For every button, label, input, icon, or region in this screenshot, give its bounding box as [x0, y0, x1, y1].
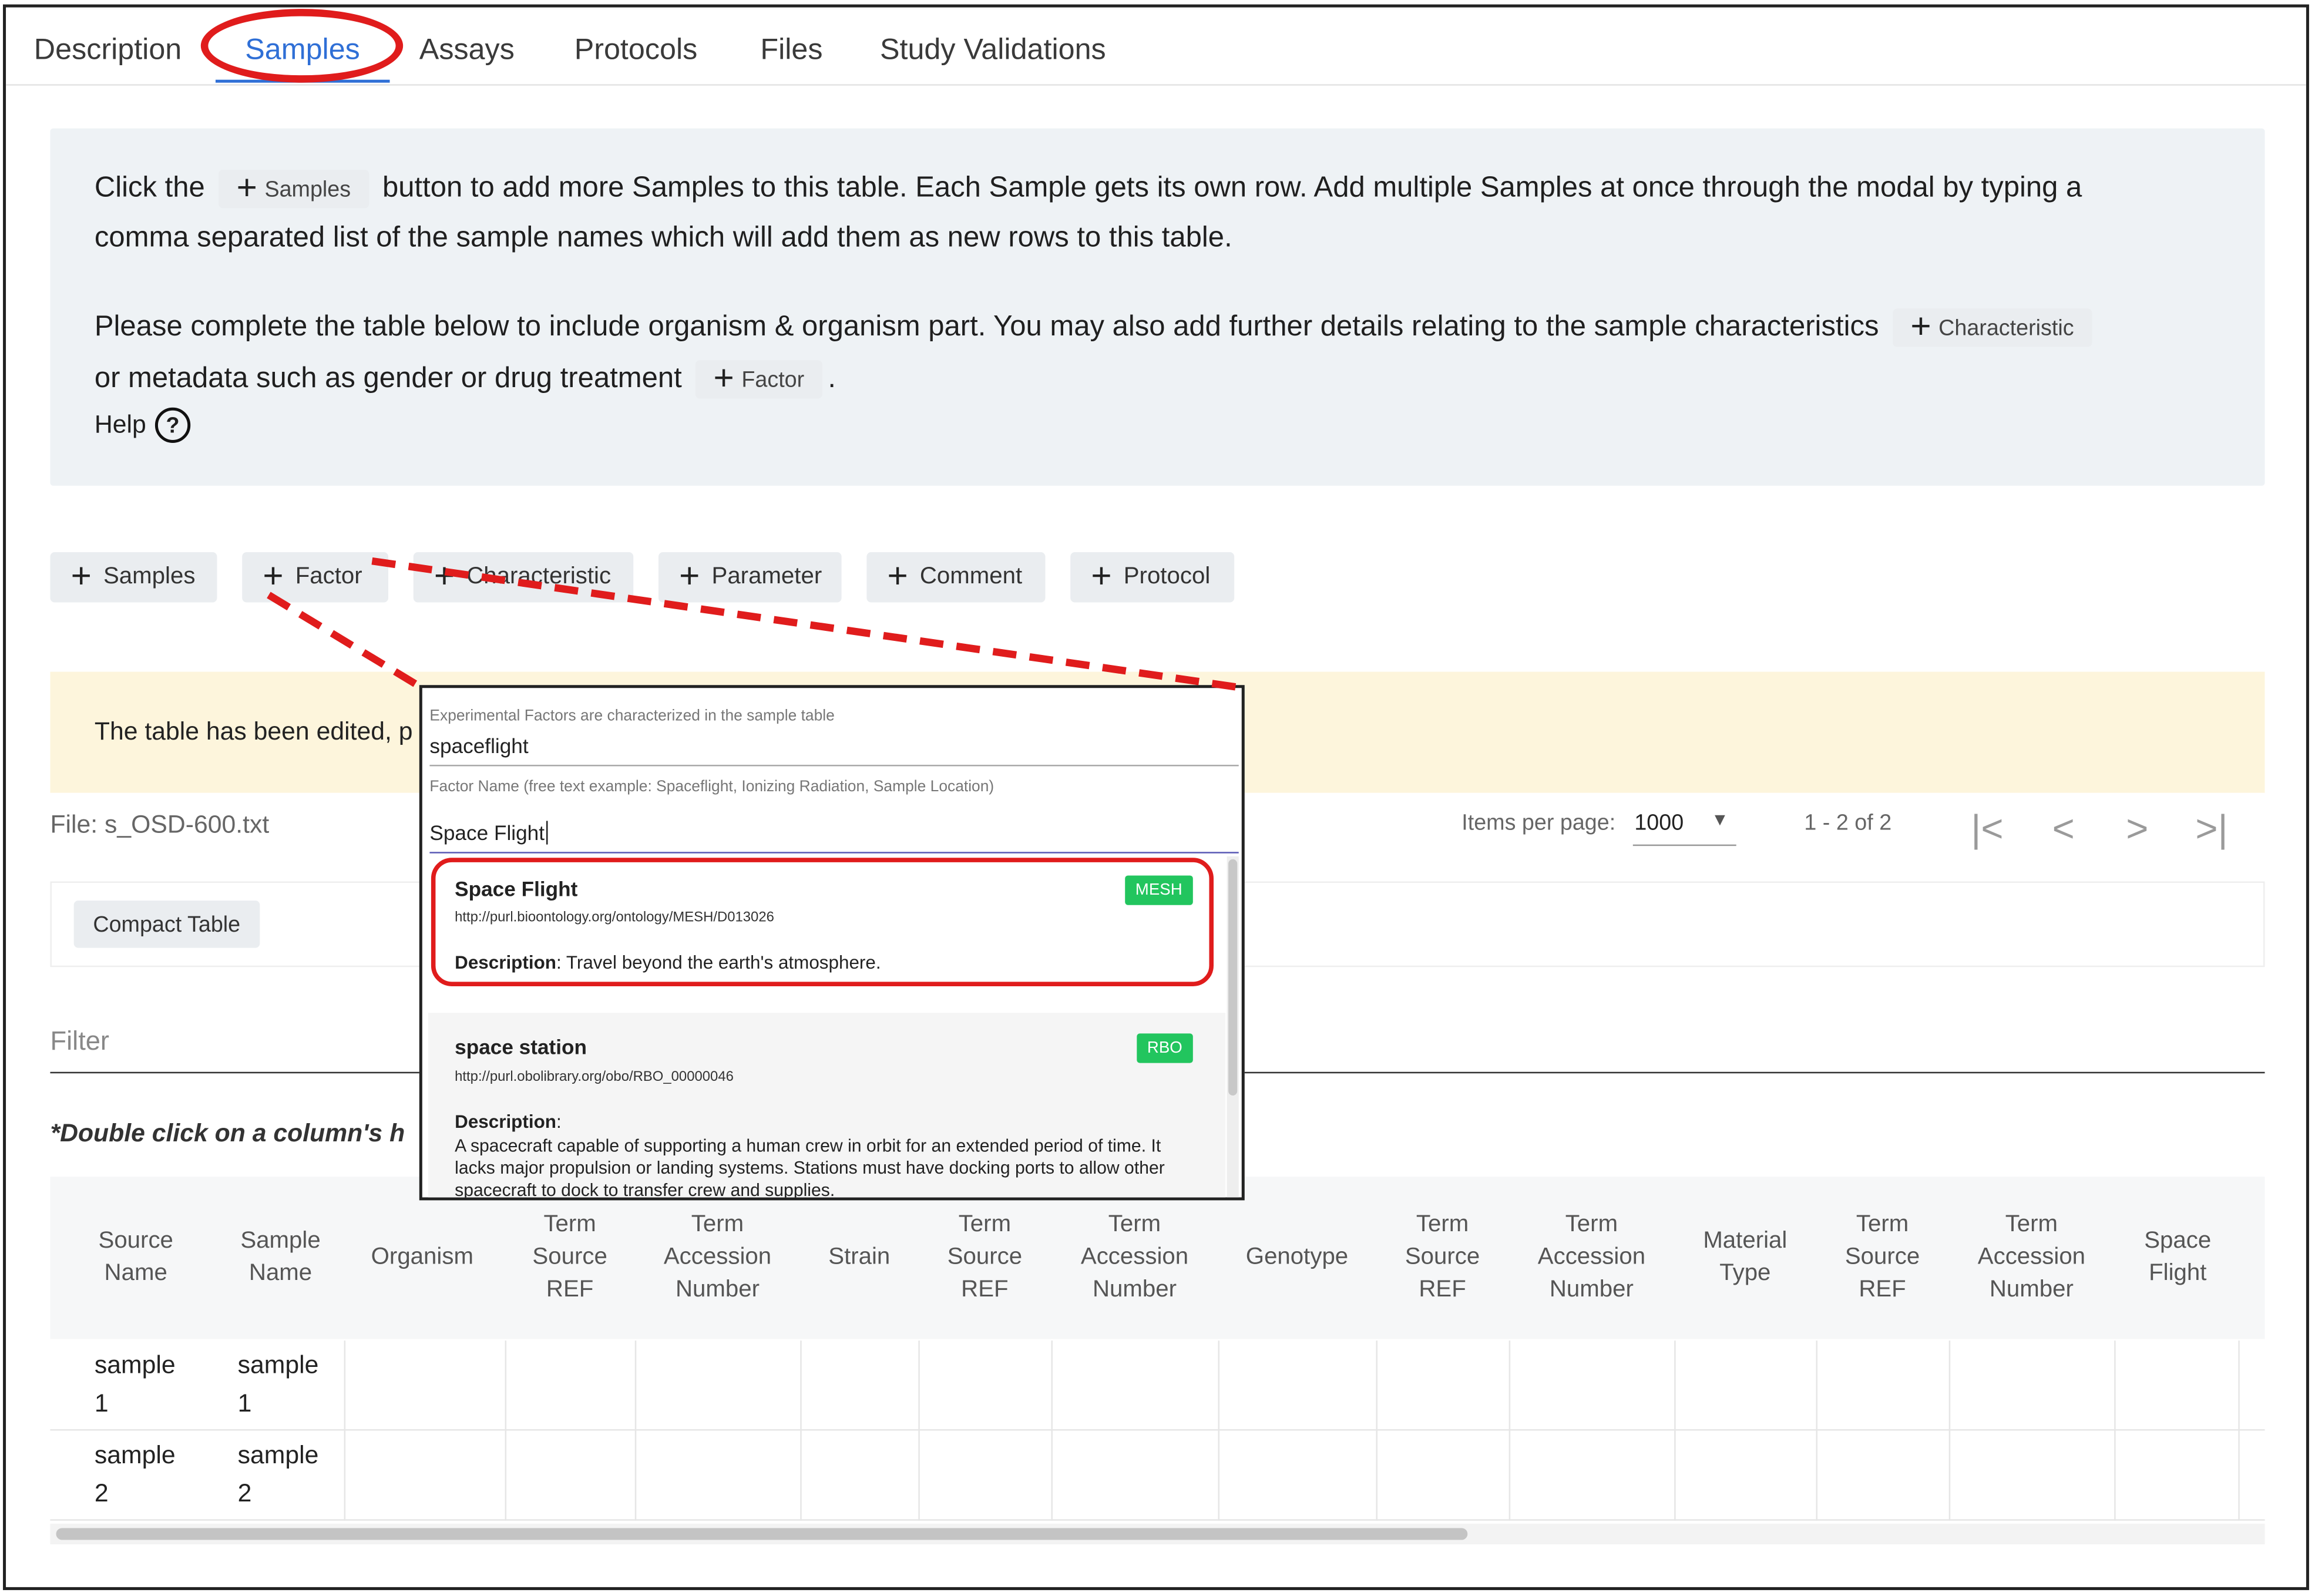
annotation-dashed-line — [267, 592, 425, 691]
annotation-dashed-line — [371, 557, 1244, 692]
screenshot-root: Description Samples Assays Protocols Fil… — [0, 0, 2315, 1596]
annotation-lines — [267, 557, 1244, 692]
